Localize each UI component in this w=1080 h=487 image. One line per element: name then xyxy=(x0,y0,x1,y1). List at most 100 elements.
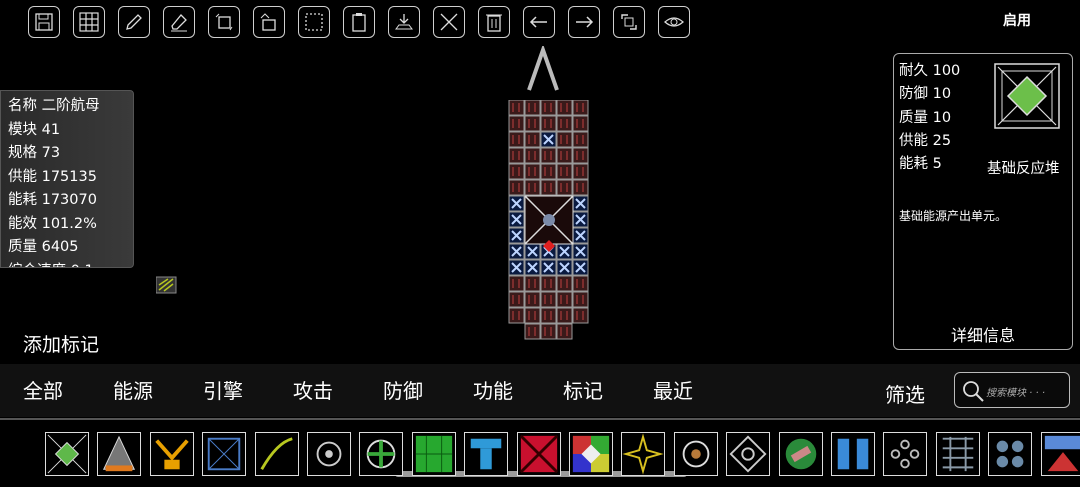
palette-module-dot-flower[interactable] xyxy=(883,432,928,476)
ship-cell[interactable] xyxy=(508,275,525,292)
clipboard-button[interactable] xyxy=(343,6,375,38)
select-box-button[interactable] xyxy=(298,6,330,38)
ship-cell[interactable] xyxy=(572,100,589,116)
tab-marker[interactable]: 标记 xyxy=(563,375,603,404)
ship-cell[interactable] xyxy=(524,179,541,196)
ship-core[interactable] xyxy=(524,195,574,252)
grid-button[interactable] xyxy=(73,6,105,38)
palette-module-blue-cells[interactable] xyxy=(831,432,875,476)
enable-button[interactable]: 启用 xyxy=(1003,10,1031,30)
ship-cell[interactable] xyxy=(572,307,589,324)
ship-cell[interactable] xyxy=(540,307,557,324)
ship-cell[interactable] xyxy=(508,243,525,260)
tab-engine[interactable]: 引擎 xyxy=(203,375,243,404)
redo-button[interactable] xyxy=(568,6,600,38)
ship-cell[interactable] xyxy=(556,275,573,292)
palette-module-green-grid[interactable] xyxy=(411,432,456,476)
ship-cell[interactable] xyxy=(508,291,525,308)
ship-cell[interactable] xyxy=(572,147,589,164)
palette-module-spike-engine[interactable] xyxy=(97,432,142,476)
ship-cell[interactable] xyxy=(572,195,589,212)
ship-cell[interactable] xyxy=(524,307,541,324)
filter-button[interactable]: 筛选 xyxy=(885,379,925,408)
ship-cell[interactable] xyxy=(572,275,589,292)
palette-module-multi-color[interactable] xyxy=(1040,432,1080,476)
ship-cell[interactable] xyxy=(572,131,589,148)
ship-cell[interactable] xyxy=(524,259,541,276)
ship-cell[interactable] xyxy=(508,131,525,148)
palette-module-star-module[interactable] xyxy=(621,432,666,476)
palette-module-target-module[interactable] xyxy=(726,432,771,476)
ship-cell[interactable] xyxy=(524,275,541,292)
ship-stats-panel[interactable]: 名称 二阶航母 模块 41 规格 73 供能 175135 能耗 173070 … xyxy=(0,90,134,268)
trash-button[interactable] xyxy=(478,6,510,38)
tab-defense[interactable]: 防御 xyxy=(383,375,423,404)
ship-grid[interactable] xyxy=(508,100,590,340)
ship-cell[interactable] xyxy=(540,259,557,276)
ship-cell[interactable] xyxy=(524,291,541,308)
ship-cell[interactable] xyxy=(572,227,589,244)
ship-cell[interactable] xyxy=(508,307,525,324)
ship-cell[interactable] xyxy=(524,115,541,132)
palette-module-basic-reactor[interactable] xyxy=(45,432,89,476)
ship-cell[interactable] xyxy=(540,275,557,292)
palette-module-quad-fan[interactable] xyxy=(988,432,1033,476)
palette-module-gear-module[interactable] xyxy=(673,432,718,476)
ship-cell[interactable] xyxy=(556,115,573,132)
palette-module-cyan-tower[interactable] xyxy=(464,432,509,476)
palette-module-rgb-core[interactable] xyxy=(569,432,613,476)
ship-cell[interactable] xyxy=(556,100,573,116)
ship-cell[interactable] xyxy=(508,195,525,212)
ship-cell[interactable] xyxy=(572,115,589,132)
ship-cell[interactable] xyxy=(524,163,541,180)
transform-button[interactable] xyxy=(613,6,645,38)
search-input[interactable]: 搜索模块 · · · xyxy=(954,372,1070,408)
ship-cell[interactable] xyxy=(508,211,525,228)
ship-cell[interactable] xyxy=(572,163,589,180)
ship-cell[interactable] xyxy=(556,291,573,308)
ship-cell[interactable] xyxy=(572,179,589,196)
clear-button[interactable] xyxy=(433,6,465,38)
ship-cell[interactable] xyxy=(572,211,589,228)
ship-cell[interactable] xyxy=(540,163,557,180)
ship-cell[interactable] xyxy=(524,323,541,340)
ship-cell[interactable] xyxy=(556,131,573,148)
eraser-button[interactable] xyxy=(163,6,195,38)
ship-cell[interactable] xyxy=(508,179,525,196)
pencil-button[interactable] xyxy=(118,6,150,38)
ship-cell[interactable] xyxy=(540,179,557,196)
ship-cell[interactable] xyxy=(556,179,573,196)
ship-cell[interactable] xyxy=(540,323,557,340)
palette-module-wing-engine[interactable] xyxy=(149,432,194,476)
ship-cell[interactable] xyxy=(572,243,589,260)
crop-rotate-button[interactable] xyxy=(208,6,240,38)
ship-cell[interactable] xyxy=(556,259,573,276)
save-button[interactable] xyxy=(28,6,60,38)
chevron-up-icon[interactable] xyxy=(526,46,560,92)
undo-button[interactable] xyxy=(523,6,555,38)
tab-attack[interactable]: 攻击 xyxy=(293,375,333,404)
ship-cell[interactable] xyxy=(508,259,525,276)
ship-cell[interactable] xyxy=(540,147,557,164)
ship-cell[interactable] xyxy=(540,291,557,308)
ship-cell[interactable] xyxy=(572,291,589,308)
eye-button[interactable] xyxy=(658,6,690,38)
module-cursor-preview[interactable] xyxy=(156,275,178,295)
tab-recent[interactable]: 最近 xyxy=(653,375,693,404)
ship-cell[interactable] xyxy=(540,131,557,148)
ship-cell[interactable] xyxy=(556,307,573,324)
ship-cell[interactable] xyxy=(524,243,541,260)
add-marker-button[interactable]: 添加标记 xyxy=(23,330,99,357)
ship-cell[interactable] xyxy=(524,100,541,116)
ship-cell[interactable] xyxy=(556,323,573,340)
detail-info-button[interactable]: 详细信息 xyxy=(894,322,1072,346)
ship-cell[interactable] xyxy=(540,100,557,116)
ship-cell[interactable] xyxy=(524,147,541,164)
ship-cell[interactable] xyxy=(556,147,573,164)
tab-energy[interactable]: 能源 xyxy=(113,375,153,404)
ship-cell[interactable] xyxy=(556,163,573,180)
palette-module-red-core[interactable] xyxy=(516,432,561,476)
palette-module-pipe-grid[interactable] xyxy=(935,432,980,476)
palette-module-green-disc[interactable] xyxy=(778,432,823,476)
stamp-button[interactable] xyxy=(253,6,285,38)
